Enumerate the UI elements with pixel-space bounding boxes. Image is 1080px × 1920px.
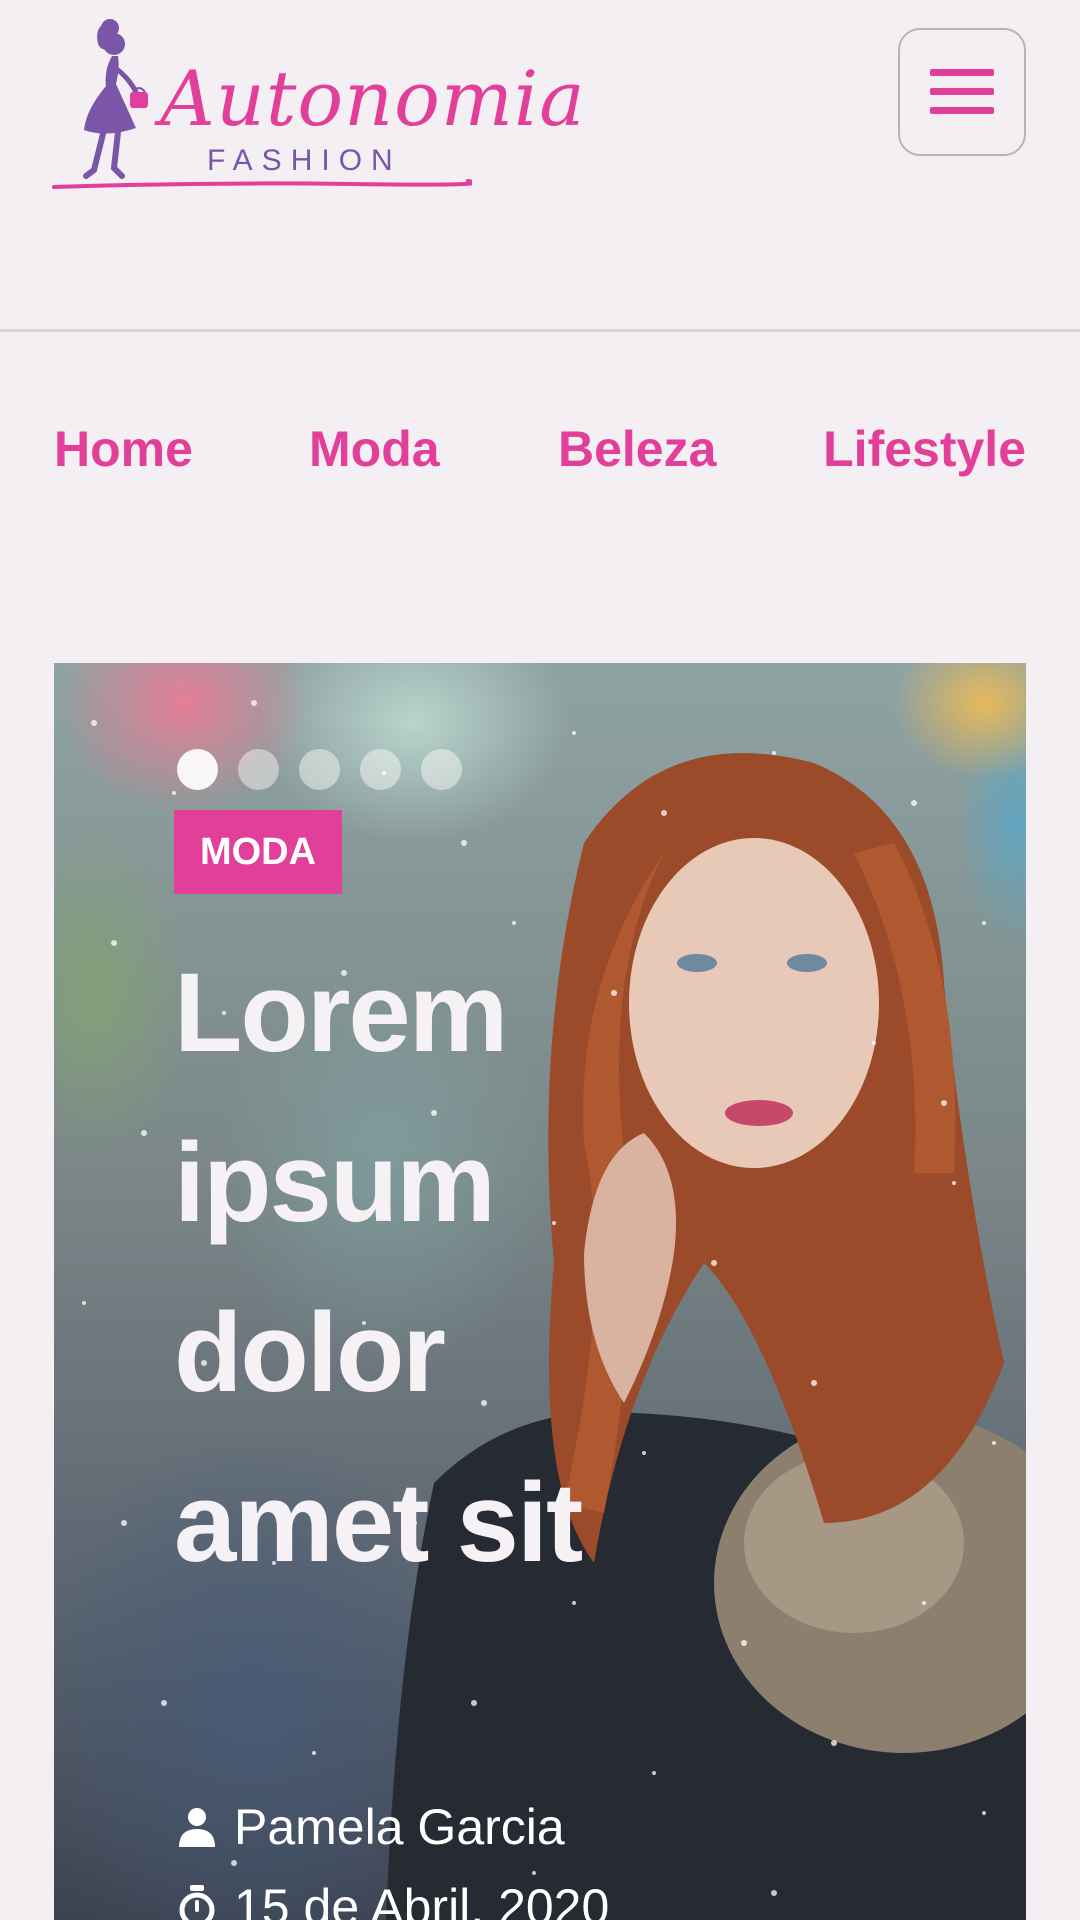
hamburger-menu-icon <box>930 69 994 114</box>
logo-wordmark: Autonomia <box>160 54 586 143</box>
category-badge[interactable]: MODA <box>174 810 342 894</box>
menu-button[interactable] <box>898 28 1026 156</box>
header-divider <box>0 329 1080 332</box>
date-text: 15 de Abril, 2020 <box>234 1879 610 1920</box>
main-nav: Home Moda Beleza Lifestyle <box>54 420 1026 490</box>
logo-tagline: FASHION <box>207 144 402 177</box>
slider-dot[interactable] <box>177 749 218 790</box>
post-date: 15 de Abril, 2020 <box>178 1878 609 1920</box>
page: Autonomia FASHION Home Moda Beleza Lifes… <box>0 0 1080 1920</box>
woman-silhouette-icon <box>83 19 148 179</box>
nav-item-moda[interactable]: Moda <box>309 420 440 478</box>
logo-underline-stroke <box>52 179 472 189</box>
nav-item-beleza[interactable]: Beleza <box>558 420 716 478</box>
nav-item-home[interactable]: Home <box>54 420 193 478</box>
nav-item-lifestyle[interactable]: Lifestyle <box>823 420 1026 478</box>
slider-dot[interactable] <box>299 749 340 790</box>
slider-dot[interactable] <box>360 749 401 790</box>
author-name[interactable]: Pamela Garcia <box>234 1798 565 1856</box>
slider-dot[interactable] <box>238 749 279 790</box>
post-author: Pamela Garcia <box>178 1798 565 1856</box>
clock-icon <box>179 1885 215 1920</box>
slider-dot[interactable] <box>421 749 462 790</box>
post-title[interactable]: Lorem ipsum dolor amet sit <box>174 928 634 1608</box>
site-logo[interactable]: Autonomia FASHION <box>52 14 585 194</box>
site-header: Autonomia FASHION <box>0 0 1080 332</box>
hero-slider[interactable]: MODA Lorem ipsum dolor amet sit Pamela G… <box>54 663 1026 1920</box>
user-icon <box>179 1808 215 1847</box>
slider-pagination <box>177 749 462 791</box>
